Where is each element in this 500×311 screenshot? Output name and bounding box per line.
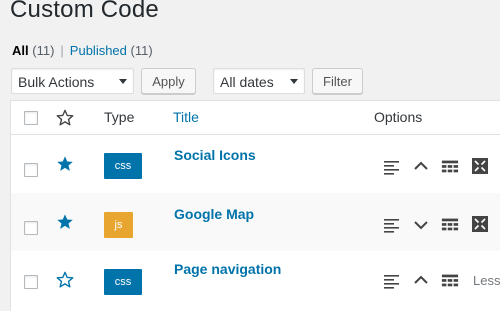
snippet-title-link[interactable]: Page navigation	[174, 261, 281, 277]
fullscreen-icon[interactable]	[471, 157, 489, 175]
column-title-sort[interactable]: Title	[173, 109, 199, 125]
align-left-icon[interactable]	[383, 158, 401, 176]
star-filled-icon[interactable]	[56, 155, 74, 173]
table-row: js Google Map	[11, 193, 500, 251]
chevron-down-icon	[290, 79, 298, 84]
page-title: Custom Code	[10, 0, 159, 23]
row-checkbox[interactable]	[24, 163, 38, 177]
table-layout-icon[interactable]	[441, 215, 459, 233]
bulk-actions-value: Bulk Actions	[18, 74, 95, 90]
column-options: Options	[374, 109, 423, 125]
chevron-down-icon[interactable]	[412, 216, 430, 234]
type-badge: css	[104, 153, 142, 179]
snippet-title-link[interactable]: Google Map	[174, 206, 254, 222]
dates-select[interactable]: All dates	[213, 68, 305, 94]
type-badge: js	[104, 212, 133, 238]
table-row: css Social Icons	[11, 135, 500, 193]
select-all-checkbox[interactable]	[24, 111, 38, 125]
star-outline-icon[interactable]	[56, 271, 74, 289]
snippets-table: Type Title Options css Social Icons js G…	[10, 100, 500, 311]
filter-separator: |	[60, 43, 64, 58]
align-left-icon[interactable]	[383, 272, 401, 290]
table-layout-icon[interactable]	[441, 157, 459, 175]
filter-published-link[interactable]: Published (11)	[70, 43, 153, 58]
status-filters: All (11) | Published (11)	[12, 43, 153, 58]
bulk-actions-select[interactable]: Bulk Actions	[11, 68, 134, 94]
apply-button[interactable]: Apply	[141, 68, 196, 94]
dates-value: All dates	[220, 74, 274, 90]
chevron-down-icon	[119, 79, 127, 84]
star-outline-icon[interactable]	[56, 109, 74, 127]
type-badge: css	[104, 269, 142, 295]
chevron-up-icon[interactable]	[412, 157, 430, 175]
row-checkbox[interactable]	[24, 221, 38, 235]
filter-button[interactable]: Filter	[312, 68, 363, 94]
less-link[interactable]: Less	[473, 273, 500, 288]
filter-all-link[interactable]: All (11)	[12, 43, 54, 58]
snippet-title-link[interactable]: Social Icons	[174, 147, 256, 163]
align-left-icon[interactable]	[383, 216, 401, 234]
star-filled-icon[interactable]	[56, 213, 74, 231]
table-row: css Page navigation Less	[11, 251, 500, 309]
table-layout-icon[interactable]	[441, 271, 459, 289]
table-header: Type Title Options	[11, 101, 500, 135]
fullscreen-icon[interactable]	[471, 215, 489, 233]
chevron-up-icon[interactable]	[412, 271, 430, 289]
row-checkbox[interactable]	[24, 275, 38, 289]
column-type: Type	[104, 109, 135, 125]
